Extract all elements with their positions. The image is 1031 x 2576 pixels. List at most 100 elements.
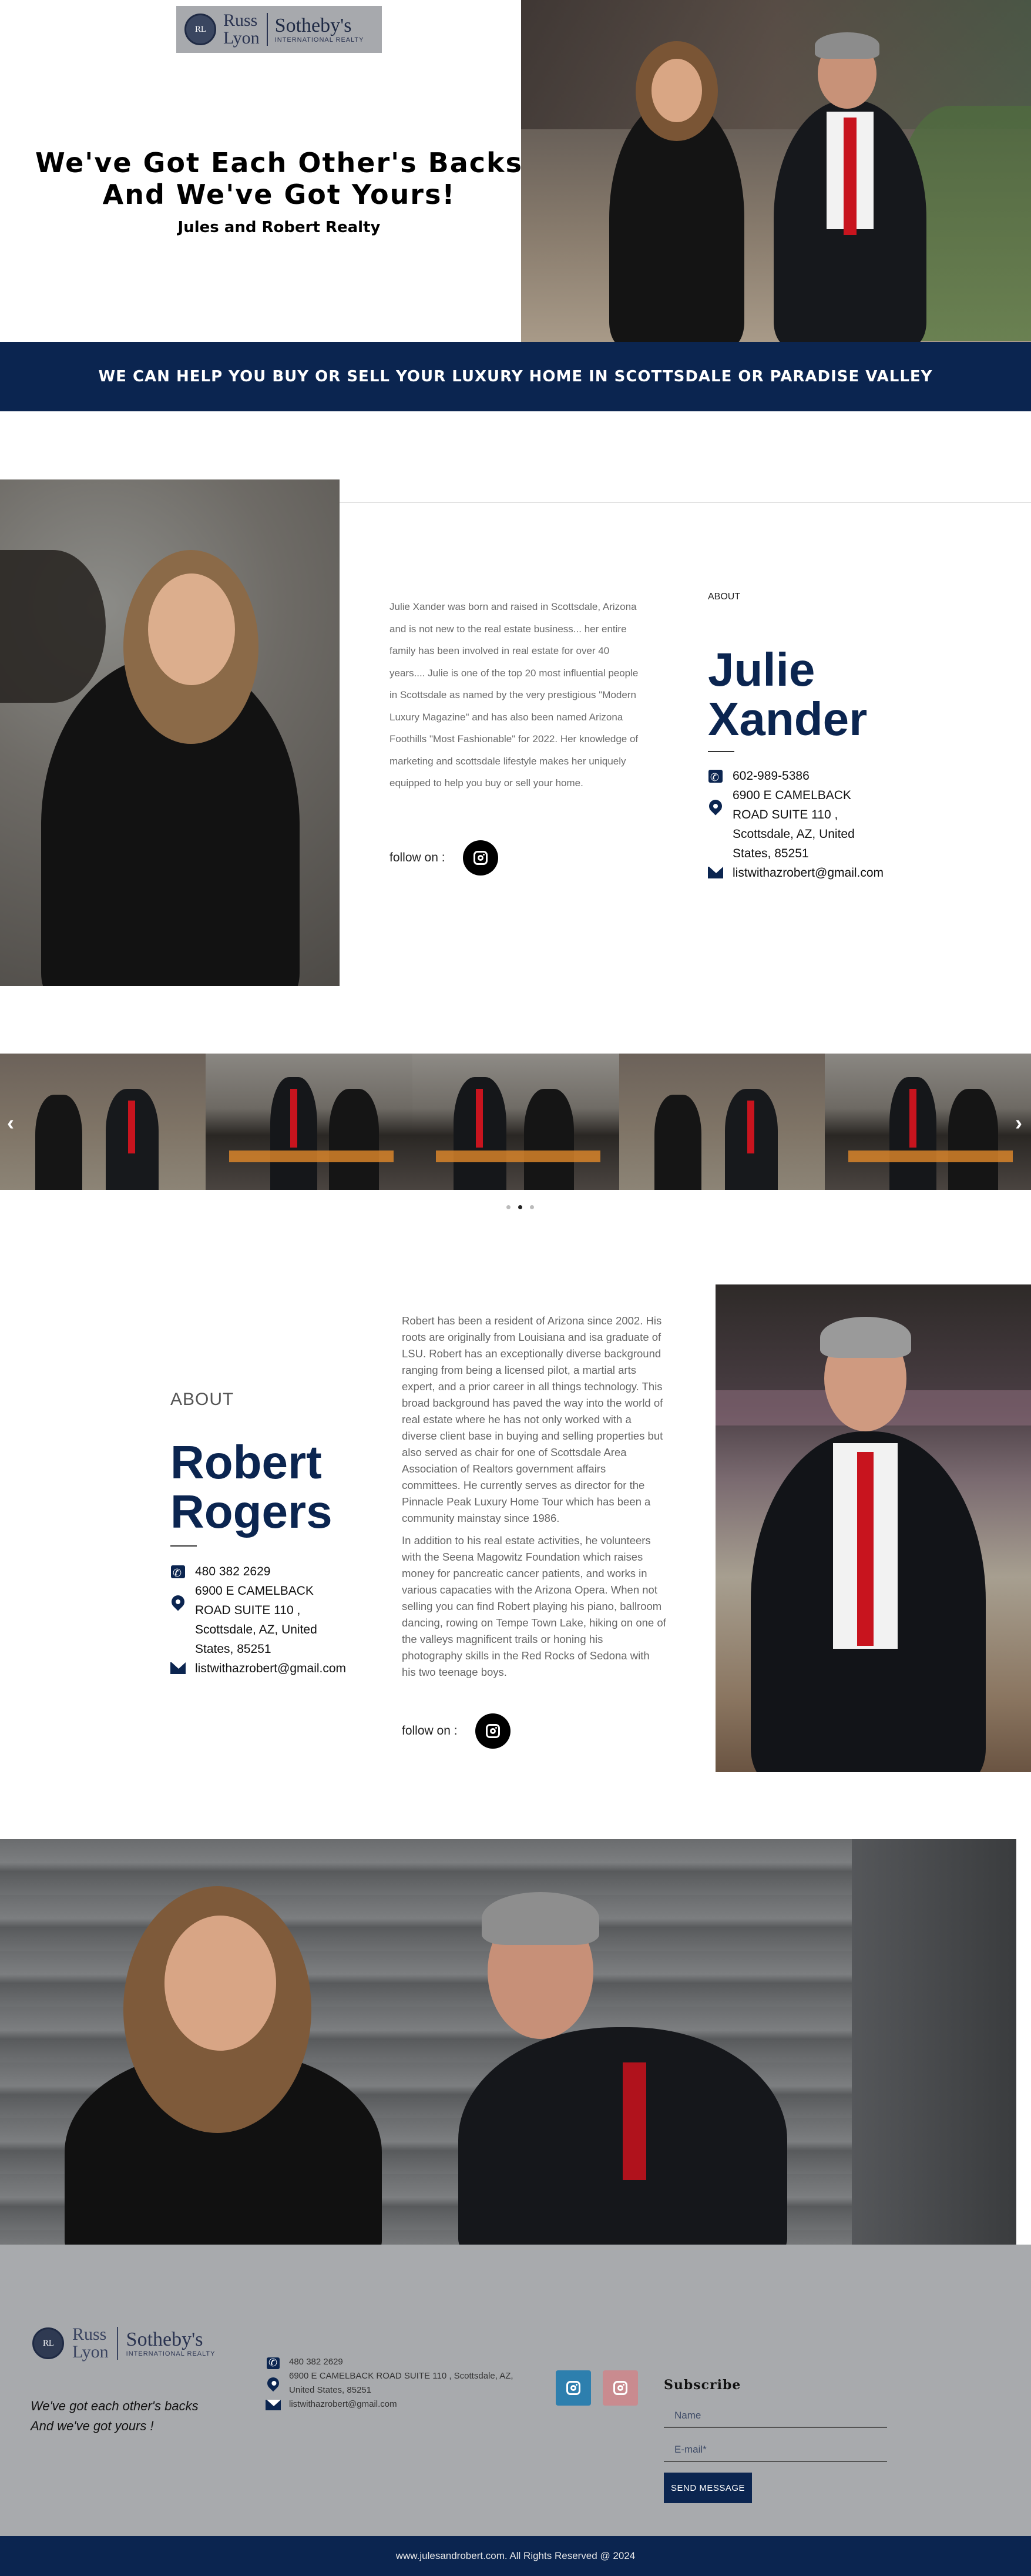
- julie-last-name: Xander: [708, 693, 868, 745]
- send-message-button[interactable]: SEND MESSAGE: [664, 2473, 752, 2503]
- julie-email-row[interactable]: listwithazrobert@gmail.com: [708, 863, 955, 883]
- map-pin-icon: [264, 2374, 282, 2392]
- carousel-slide[interactable]: [825, 1054, 1031, 1190]
- copyright-text: www.julesandrobert.com. All Rights Reser…: [395, 2550, 636, 2561]
- address-line3: Scottsdale, AZ, United: [195, 1623, 317, 1636]
- couple-wall-photo: [0, 1839, 1016, 2245]
- copyright-bar: www.julesandrobert.com. All Rights Reser…: [0, 2536, 1031, 2576]
- robert-about-label: ABOUT: [170, 1390, 234, 1410]
- logo-sothebys: Sotheby's INTERNATIONAL REALTY: [274, 15, 364, 44]
- instagram-icon: [473, 851, 488, 865]
- logo-name: Sotheby's: [126, 2329, 203, 2350]
- carousel-slide[interactable]: [0, 1054, 206, 1190]
- phone-icon: [171, 1564, 185, 1583]
- carousel-dot[interactable]: [506, 1205, 511, 1209]
- follow-label: follow on :: [402, 1724, 458, 1738]
- logo-divider: [266, 13, 268, 46]
- robert-email[interactable]: listwithazrobert@gmail.com: [195, 1659, 346, 1678]
- julie-address: 6900 E CAMELBACK ROAD SUITE 110 , Scotts…: [733, 786, 855, 863]
- mail-icon: [708, 867, 723, 878]
- tagline-line1: We've got each other's backs: [31, 2399, 199, 2413]
- subscribe-name-input[interactable]: [664, 2404, 887, 2428]
- robert-phone-row[interactable]: 480 382 2629: [170, 1562, 370, 1583]
- robert-address-row: 6900 E CAMELBACK ROAD SUITE 110 , Scotts…: [169, 1581, 370, 1659]
- robert-email-row[interactable]: listwithazrobert@gmail.com: [170, 1659, 370, 1678]
- address-line3: Scottsdale, AZ, United: [733, 827, 855, 841]
- footer-instagram-robert[interactable]: [603, 2370, 638, 2406]
- carousel-dot-active[interactable]: [518, 1205, 522, 1209]
- address-line2: United States, 85251: [289, 2385, 372, 2395]
- about-text: ABOUT: [170, 1390, 234, 1409]
- address-line1: 6900 E CAMELBACK: [733, 789, 851, 802]
- map-pin-icon: [169, 1592, 187, 1611]
- hero-title-line1: We've Got Each Other's Backs: [35, 147, 523, 179]
- footer-social: [556, 2370, 638, 2406]
- footer-phone[interactable]: 480 382 2629: [289, 2355, 343, 2369]
- robert-name: Robert Rogers: [170, 1438, 333, 1537]
- carousel-dot[interactable]: [530, 1205, 534, 1209]
- footer-email-row[interactable]: listwithazrobert@gmail.com: [266, 2397, 536, 2411]
- robert-portrait: [716, 1284, 1031, 1772]
- logo-name: Sotheby's: [274, 15, 352, 36]
- address-line1: 6900 E CAMELBACK ROAD SUITE 110 , Scotts…: [289, 2371, 513, 2381]
- robert-follow: follow on :: [402, 1713, 511, 1749]
- footer-logo-sothebys: Sotheby's INTERNATIONAL REALTY: [126, 2329, 216, 2358]
- instagram-icon: [613, 2381, 627, 2395]
- phone-icon: [267, 2356, 280, 2370]
- footer-contact: 480 382 2629 6900 E CAMELBACK ROAD SUITE…: [264, 2355, 536, 2411]
- instagram-icon: [485, 1724, 500, 1738]
- julie-phone[interactable]: 602-989-5386: [733, 766, 810, 786]
- tagline-line2: And we've got yours !: [31, 2419, 154, 2433]
- logo-line2: Lyon: [223, 28, 260, 48]
- footer-address: 6900 E CAMELBACK ROAD SUITE 110 , Scotts…: [289, 2369, 513, 2397]
- robert-contact: 480 382 2629 6900 E CAMELBACK ROAD SUITE…: [169, 1562, 370, 1678]
- footer-phone-row[interactable]: 480 382 2629: [266, 2355, 536, 2370]
- section-divider: [340, 502, 1031, 503]
- robert-phone[interactable]: 480 382 2629: [195, 1562, 270, 1581]
- chevron-left-icon[interactable]: ‹: [7, 1111, 14, 1135]
- julie-phone-row[interactable]: 602-989-5386: [708, 766, 955, 787]
- julie-contact: 602-989-5386 6900 E CAMELBACK ROAD SUITE…: [706, 766, 955, 883]
- julie-address-row: 6900 E CAMELBACK ROAD SUITE 110 , Scotts…: [706, 786, 955, 863]
- footer-logo-russ-lyon: Russ Lyon: [72, 2326, 109, 2361]
- tagline-banner: WE CAN HELP YOU BUY OR SELL YOUR LUXURY …: [0, 342, 1031, 411]
- robert-address: 6900 E CAMELBACK ROAD SUITE 110 , Scotts…: [195, 1581, 317, 1659]
- logo-line1: Russ: [72, 2325, 107, 2344]
- address-line4: States, 85251: [733, 847, 809, 860]
- logo-sub: INTERNATIONAL REALTY: [274, 36, 364, 43]
- footer-logo[interactable]: RL Russ Lyon Sotheby's INTERNATIONAL REA…: [32, 2326, 216, 2361]
- robert-instagram-link[interactable]: [475, 1713, 511, 1749]
- subscribe-email-input[interactable]: [664, 2439, 887, 2462]
- footer-instagram-julie[interactable]: [556, 2370, 591, 2406]
- seal-icon: RL: [32, 2327, 64, 2359]
- map-pin-icon: [706, 797, 725, 816]
- footer-address-row: 6900 E CAMELBACK ROAD SUITE 110 , Scotts…: [264, 2369, 536, 2397]
- phone-icon: [708, 768, 723, 787]
- robert-bio: Robert has been a resident of Arizona si…: [402, 1313, 666, 1681]
- header-logo[interactable]: RL Russ Lyon Sotheby's INTERNATIONAL REA…: [176, 6, 382, 53]
- julie-email[interactable]: listwithazrobert@gmail.com: [733, 863, 884, 883]
- julie-instagram-link[interactable]: [462, 840, 498, 876]
- follow-label: follow on :: [389, 851, 445, 864]
- hero-photo: [521, 0, 1031, 342]
- footer-tagline: We've got each other's backs And we've g…: [31, 2396, 199, 2436]
- logo-sub: INTERNATIONAL REALTY: [126, 2350, 216, 2357]
- logo-line1: Russ: [223, 11, 258, 30]
- carousel-slide[interactable]: [619, 1054, 825, 1190]
- instagram-icon: [566, 2381, 580, 2395]
- address-line2: ROAD SUITE 110 ,: [733, 808, 838, 821]
- hero-subtitle: Jules and Robert Realty: [177, 219, 381, 236]
- robert-rule: [170, 1545, 197, 1547]
- chevron-right-icon[interactable]: ›: [1015, 1111, 1022, 1135]
- subscribe-form: Subscribe SEND MESSAGE: [664, 2377, 887, 2503]
- julie-name: Julie Xander: [708, 645, 867, 744]
- seal-icon: RL: [184, 14, 216, 45]
- logo-divider: [116, 2327, 118, 2360]
- carousel-slide[interactable]: [412, 1054, 619, 1190]
- robert-first-name: Robert: [170, 1436, 322, 1488]
- carousel-slide[interactable]: [206, 1054, 412, 1190]
- footer-email[interactable]: listwithazrobert@gmail.com: [289, 2397, 397, 2411]
- address-line4: States, 85251: [195, 1642, 271, 1656]
- mail-icon: [170, 1662, 186, 1674]
- logo-russ-lyon: Russ Lyon: [223, 12, 260, 47]
